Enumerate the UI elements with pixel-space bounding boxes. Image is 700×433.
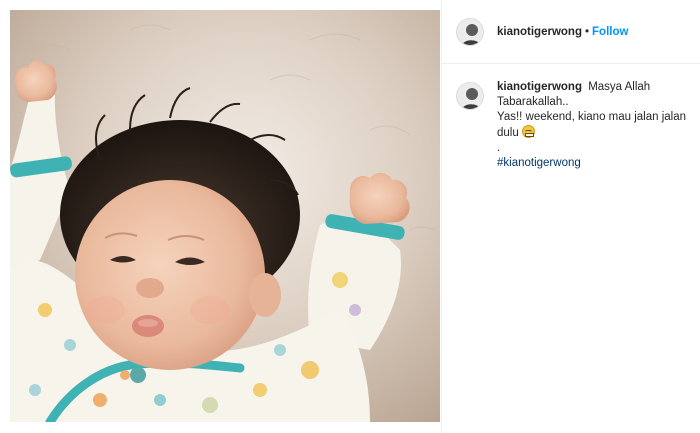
post-photo[interactable]: [10, 10, 440, 422]
hashtag-link[interactable]: #kianotigerwong: [497, 156, 693, 171]
caption-line-3: Yas!! weekend, kiano mau jalan jalan: [497, 111, 687, 123]
baby-photo-illustration: [10, 10, 440, 422]
caption-line-5: .: [497, 142, 501, 154]
caption-text-line4: dulu: [497, 127, 519, 139]
avatar[interactable]: [456, 82, 484, 110]
profile-avatar-icon: [457, 83, 483, 109]
caption-comment: kianotigerwong Masya Allah Tabarakallah.…: [456, 80, 696, 171]
grinning-face-icon: [521, 125, 535, 138]
profile-avatar-icon: [457, 18, 483, 45]
caption-line-4: dulu: [497, 125, 693, 141]
avatar[interactable]: [456, 17, 484, 46]
caption-line-2: Tabarakallah..: [497, 96, 569, 108]
caption-text: kianotigerwong Masya Allah Tabarakallah.…: [497, 80, 693, 171]
follow-button[interactable]: Follow: [592, 26, 628, 38]
separator-dot: •: [584, 25, 590, 38]
caption-line-1: kianotigerwong Masya Allah: [497, 80, 693, 95]
post-sidebar: kianotigerwong • Follow kianotigerwong Mas…: [441, 0, 700, 433]
author-username[interactable]: kianotigerwong: [497, 26, 582, 38]
caption-username[interactable]: kianotigerwong: [497, 81, 582, 93]
caption-text-line1: Masya Allah: [588, 81, 651, 93]
instagram-post: kianotigerwong • Follow kianotigerwong Mas…: [0, 0, 700, 433]
post-header: kianotigerwong • Follow: [442, 0, 700, 64]
header-text: kianotigerwong • Follow: [497, 26, 628, 38]
